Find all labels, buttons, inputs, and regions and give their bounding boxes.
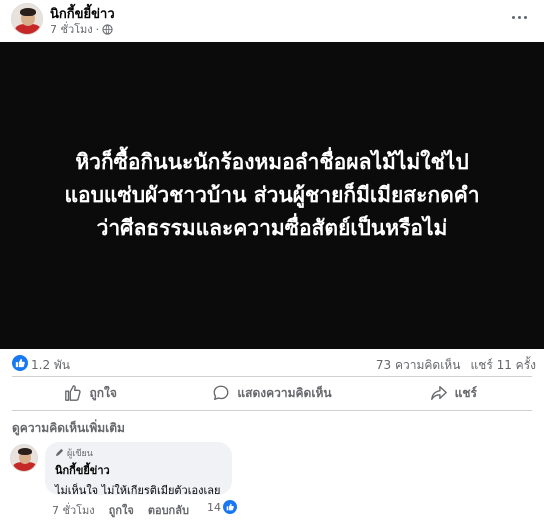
like-reaction-icon[interactable]: [12, 355, 28, 371]
see-more-comments-link[interactable]: ดูความคิดเห็นเพิ่มเติม: [12, 419, 125, 438]
post-age[interactable]: 7 ชั่วโมง: [50, 20, 93, 38]
post-stats: 1.2 พัน 73 ความคิดเห็น แชร์ 11 ครั้ง: [0, 350, 544, 376]
more-options-icon[interactable]: [508, 6, 530, 28]
comment-button[interactable]: แสดงความคิดเห็น: [181, 378, 362, 408]
post-header: นิกกี้ขยี้ข่าว 7 ชั่วโมง ·: [0, 0, 544, 40]
comment-like-count[interactable]: 14: [207, 500, 237, 514]
comment-like-count-value: 14: [207, 500, 221, 514]
author-badge-label: ผู้เขียน: [67, 448, 93, 459]
comment-age[interactable]: 7 ชั่วโมง: [52, 501, 95, 519]
comment-button-label: แสดงความคิดเห็น: [237, 385, 332, 400]
comment-icon: [213, 385, 229, 400]
like-button-label: ถูกใจ: [89, 385, 117, 400]
share-button[interactable]: แชร์: [363, 378, 544, 408]
comment-reply-button[interactable]: ตอบกลับ: [148, 501, 189, 519]
pen-icon: [55, 448, 64, 457]
reaction-count[interactable]: 1.2 พัน: [31, 356, 70, 375]
comment-author-name[interactable]: นิกกี้ขยี้ข่าว: [55, 461, 222, 479]
comment-meta: 7 ชั่วโมง ถูกใจ ตอบกลับ: [52, 501, 189, 519]
commenter-avatar[interactable]: [10, 444, 38, 472]
post-image-text: หิวก็ซื้อกินนะนักร้องหมอลำชื่อผลไม้ไม่ใช…: [64, 150, 480, 240]
page-avatar[interactable]: [11, 3, 43, 35]
post-image[interactable]: หิวก็ซื้อกินนะนักร้องหมอลำชื่อผลไม้ไม่ใช…: [0, 42, 544, 349]
share-icon: [430, 386, 447, 400]
comment-count[interactable]: 73 ความคิดเห็น: [376, 356, 461, 375]
comment-like-button[interactable]: ถูกใจ: [109, 501, 134, 519]
comment-text: ไม่เห็นใจ ไม่ให้เกียรติเมียตัวเองเลย: [55, 484, 221, 497]
comment-bubble: ผู้เขียน นิกกี้ขยี้ข่าว ไม่เห็นใจ ไม่ให้…: [45, 442, 232, 497]
like-reaction-icon: [223, 500, 237, 514]
divider: [12, 376, 532, 377]
globe-icon: [102, 23, 113, 35]
like-button[interactable]: ถูกใจ: [0, 378, 181, 408]
share-button-label: แชร์: [454, 385, 477, 400]
share-count[interactable]: แชร์ 11 ครั้ง: [470, 356, 536, 375]
thumbs-up-icon: [65, 385, 82, 401]
post-meta: 7 ชั่วโมง ·: [50, 20, 113, 38]
author-badge: ผู้เขียน: [55, 446, 222, 459]
post-actions: ถูกใจ แสดงความคิดเห็น แชร์: [0, 378, 544, 408]
meta-separator: ·: [95, 22, 100, 36]
divider: [12, 410, 532, 411]
